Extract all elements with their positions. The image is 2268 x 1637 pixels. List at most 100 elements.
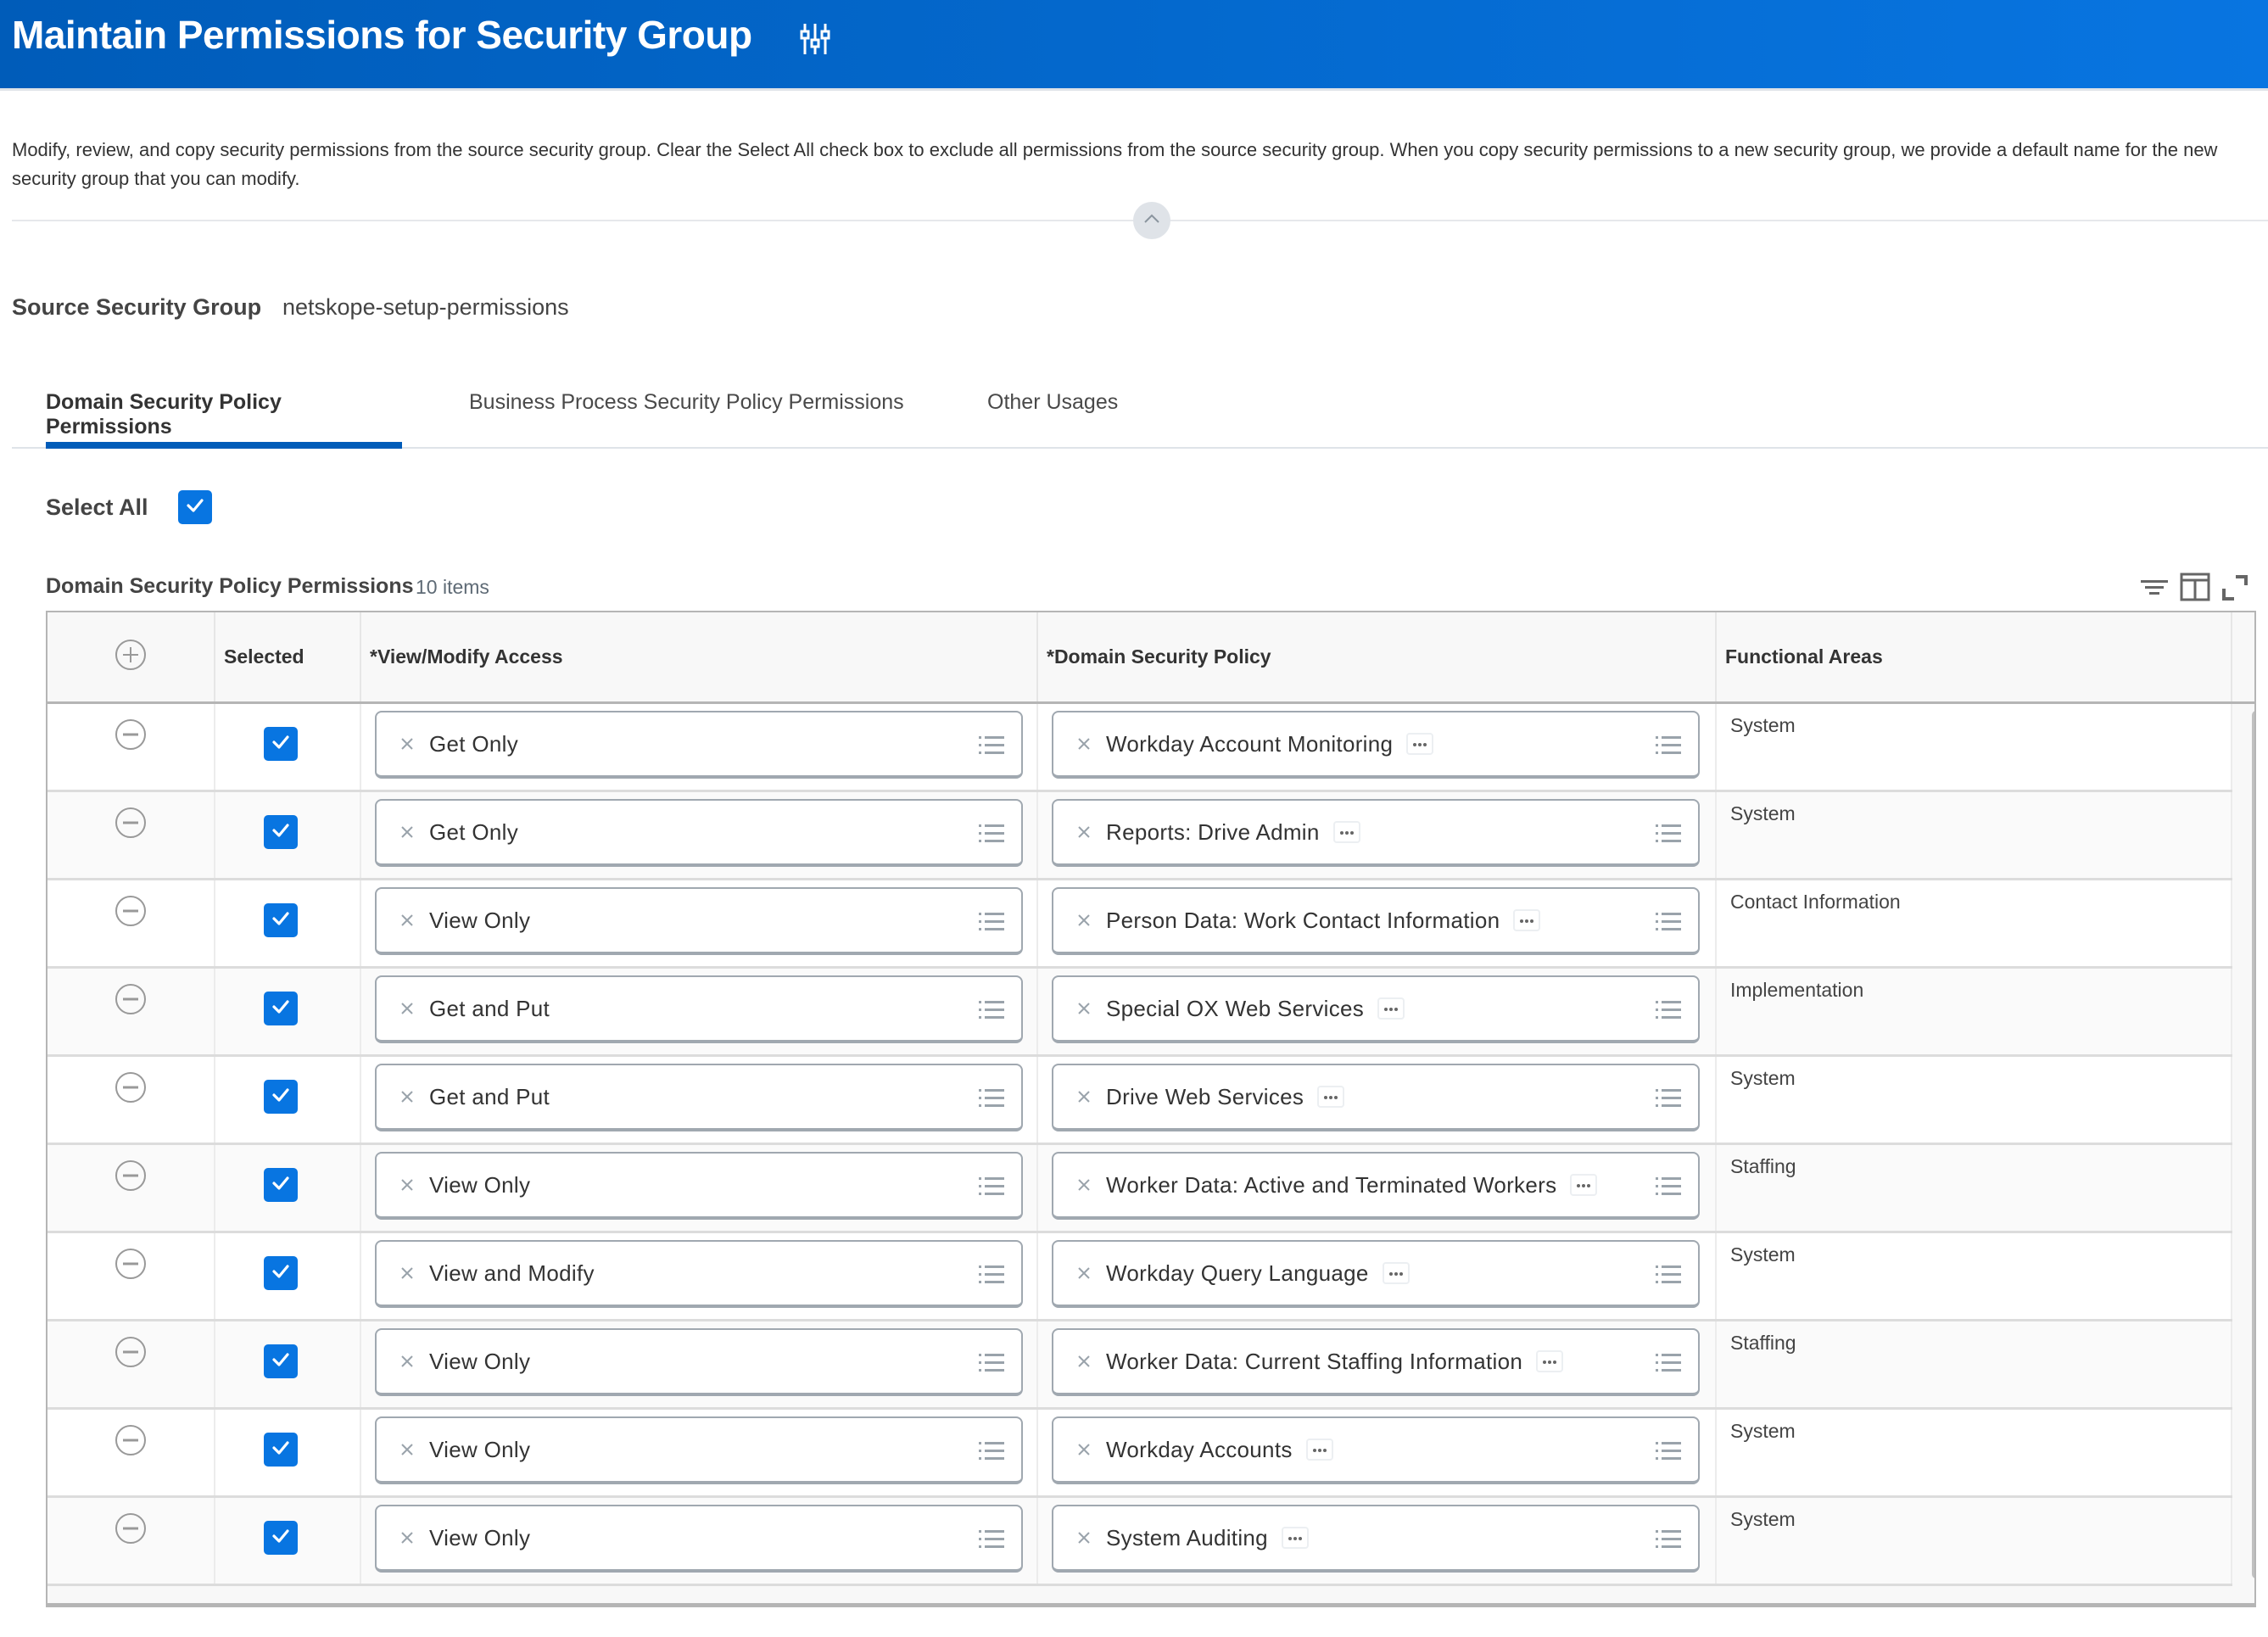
- policy-prompt-field[interactable]: Person Data: Work Contact Information: [1052, 887, 1700, 955]
- select-all-checkbox[interactable]: [178, 490, 212, 524]
- policy-prompt-field[interactable]: Workday Query Language: [1052, 1240, 1700, 1308]
- collapse-button[interactable]: [1133, 202, 1170, 239]
- prompt-list-icon[interactable]: [977, 908, 1006, 936]
- remove-selection-icon[interactable]: [1077, 913, 1091, 927]
- prompt-list-icon[interactable]: [977, 731, 1006, 760]
- access-prompt-field[interactable]: View Only: [375, 1328, 1023, 1396]
- prompt-list-icon[interactable]: [977, 1260, 1006, 1289]
- expand-icon[interactable]: [2219, 572, 2253, 602]
- prompt-list-icon[interactable]: [977, 1525, 1006, 1554]
- row-selected-checkbox[interactable]: [264, 992, 298, 1025]
- remove-selection-icon[interactable]: [400, 1355, 414, 1368]
- remove-row-button[interactable]: [114, 806, 148, 840]
- access-prompt-field[interactable]: View and Modify: [375, 1240, 1023, 1308]
- prompt-list-icon[interactable]: [977, 1172, 1006, 1201]
- access-prompt-field[interactable]: Get and Put: [375, 975, 1023, 1043]
- remove-selection-icon[interactable]: [1077, 1178, 1091, 1192]
- prompt-list-icon[interactable]: [1654, 1437, 1683, 1466]
- prompt-list-icon[interactable]: [1654, 1172, 1683, 1201]
- remove-row-button[interactable]: [114, 1159, 148, 1193]
- prompt-list-icon[interactable]: [1654, 908, 1683, 936]
- row-selected-checkbox[interactable]: [264, 727, 298, 761]
- related-actions-button[interactable]: [1406, 733, 1434, 755]
- column-header-functional-areas[interactable]: Functional Areas: [1717, 612, 2232, 701]
- column-layout-icon[interactable]: [2178, 572, 2212, 602]
- prompt-list-icon[interactable]: [1654, 1260, 1683, 1289]
- remove-row-button[interactable]: [114, 1070, 148, 1104]
- column-header-domain-security-policy[interactable]: *Domain Security Policy: [1038, 612, 1717, 701]
- prompt-list-icon[interactable]: [977, 1437, 1006, 1466]
- prompt-list-icon[interactable]: [1654, 819, 1683, 848]
- tab-business-process-security-policy-permissions[interactable]: Business Process Security Policy Permiss…: [469, 390, 904, 449]
- prompt-list-icon[interactable]: [1654, 731, 1683, 760]
- tab-other-usages[interactable]: Other Usages: [987, 390, 1118, 449]
- remove-selection-icon[interactable]: [1077, 1090, 1091, 1103]
- prompt-list-icon[interactable]: [1654, 1525, 1683, 1554]
- prompt-list-icon[interactable]: [977, 1084, 1006, 1113]
- remove-selection-icon[interactable]: [1077, 1355, 1091, 1368]
- related-actions-button[interactable]: [1536, 1350, 1564, 1372]
- related-actions-button[interactable]: [1513, 909, 1541, 931]
- remove-selection-icon[interactable]: [400, 913, 414, 927]
- remove-selection-icon[interactable]: [400, 1090, 414, 1103]
- remove-row-button[interactable]: [114, 718, 148, 751]
- prompt-list-icon[interactable]: [1654, 1349, 1683, 1377]
- related-actions-button[interactable]: [1317, 1086, 1345, 1108]
- remove-selection-icon[interactable]: [1077, 1443, 1091, 1456]
- access-prompt-field[interactable]: Get and Put: [375, 1064, 1023, 1131]
- row-selected-checkbox[interactable]: [264, 1433, 298, 1467]
- row-selected-checkbox[interactable]: [264, 1168, 298, 1202]
- remove-row-button[interactable]: [114, 894, 148, 928]
- sliders-icon[interactable]: [799, 22, 831, 56]
- policy-prompt-field[interactable]: Workday Accounts: [1052, 1416, 1700, 1484]
- add-row-button[interactable]: [114, 638, 148, 677]
- prompt-list-icon[interactable]: [977, 996, 1006, 1025]
- remove-selection-icon[interactable]: [400, 825, 414, 839]
- prompt-list-icon[interactable]: [977, 1349, 1006, 1377]
- related-actions-button[interactable]: [1382, 1262, 1410, 1284]
- row-selected-checkbox[interactable]: [264, 1256, 298, 1290]
- remove-selection-icon[interactable]: [1077, 825, 1091, 839]
- remove-selection-icon[interactable]: [1077, 1531, 1091, 1545]
- remove-row-button[interactable]: [114, 1247, 148, 1281]
- access-prompt-field[interactable]: View Only: [375, 887, 1023, 955]
- related-actions-button[interactable]: [1570, 1174, 1598, 1196]
- scrollbar-thumb[interactable]: [2252, 711, 2254, 1578]
- remove-selection-icon[interactable]: [400, 1178, 414, 1192]
- remove-selection-icon[interactable]: [400, 1002, 414, 1015]
- policy-prompt-field[interactable]: Reports: Drive Admin: [1052, 799, 1700, 867]
- prompt-list-icon[interactable]: [1654, 1084, 1683, 1113]
- access-prompt-field[interactable]: Get Only: [375, 799, 1023, 867]
- policy-prompt-field[interactable]: Workday Account Monitoring: [1052, 711, 1700, 779]
- column-header-selected[interactable]: Selected: [215, 612, 361, 701]
- related-actions-button[interactable]: [1305, 1439, 1333, 1461]
- policy-prompt-field[interactable]: Worker Data: Active and Terminated Worke…: [1052, 1152, 1700, 1220]
- related-actions-button[interactable]: [1332, 821, 1360, 843]
- related-actions-button[interactable]: [1377, 997, 1405, 1020]
- policy-prompt-field[interactable]: Special OX Web Services: [1052, 975, 1700, 1043]
- remove-selection-icon[interactable]: [1077, 737, 1091, 751]
- access-prompt-field[interactable]: View Only: [375, 1505, 1023, 1573]
- access-prompt-field[interactable]: Get Only: [375, 711, 1023, 779]
- row-selected-checkbox[interactable]: [264, 1521, 298, 1555]
- policy-prompt-field[interactable]: Worker Data: Current Staffing Informatio…: [1052, 1328, 1700, 1396]
- policy-prompt-field[interactable]: Drive Web Services: [1052, 1064, 1700, 1131]
- prompt-list-icon[interactable]: [1654, 996, 1683, 1025]
- remove-row-button[interactable]: [114, 1511, 148, 1545]
- remove-selection-icon[interactable]: [1077, 1266, 1091, 1280]
- prompt-list-icon[interactable]: [977, 819, 1006, 848]
- remove-selection-icon[interactable]: [1077, 1002, 1091, 1015]
- remove-row-button[interactable]: [114, 1335, 148, 1369]
- remove-row-button[interactable]: [114, 982, 148, 1016]
- row-selected-checkbox[interactable]: [264, 1344, 298, 1378]
- remove-selection-icon[interactable]: [400, 1443, 414, 1456]
- access-prompt-field[interactable]: View Only: [375, 1416, 1023, 1484]
- remove-row-button[interactable]: [114, 1423, 148, 1457]
- remove-selection-icon[interactable]: [400, 1531, 414, 1545]
- filter-icon[interactable]: [2137, 572, 2171, 602]
- row-selected-checkbox[interactable]: [264, 903, 298, 937]
- row-selected-checkbox[interactable]: [264, 815, 298, 849]
- remove-selection-icon[interactable]: [400, 737, 414, 751]
- row-selected-checkbox[interactable]: [264, 1080, 298, 1114]
- policy-prompt-field[interactable]: System Auditing: [1052, 1505, 1700, 1573]
